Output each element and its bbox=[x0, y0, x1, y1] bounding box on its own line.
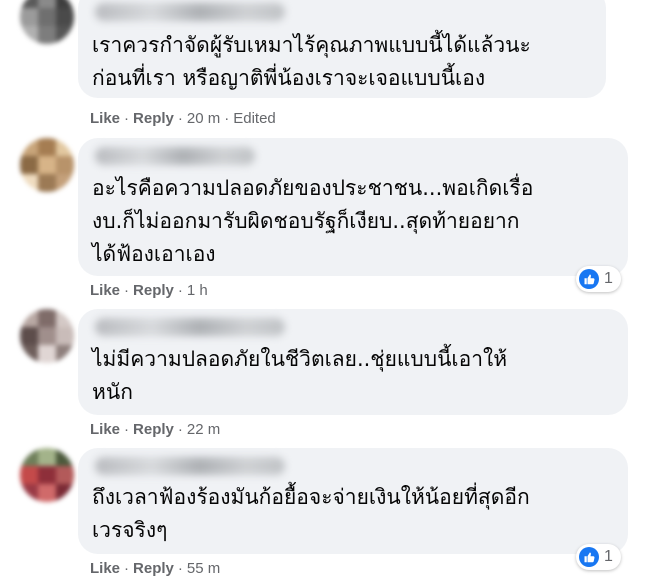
avatar-pixel bbox=[38, 466, 56, 484]
edited-label: Edited bbox=[233, 110, 276, 127]
like-link[interactable]: Like bbox=[90, 282, 120, 299]
avatar-pixel bbox=[20, 138, 38, 156]
avatar-pixel bbox=[56, 345, 74, 363]
avatar-pixel bbox=[20, 345, 38, 363]
avatar[interactable] bbox=[20, 309, 74, 363]
avatar-pixel bbox=[20, 26, 38, 44]
avatar-pixel bbox=[38, 156, 56, 174]
timestamp[interactable]: 22 m bbox=[187, 421, 220, 438]
avatar-pixel bbox=[38, 484, 56, 502]
avatar-pixel bbox=[56, 26, 74, 44]
like-reaction-icon bbox=[579, 547, 599, 567]
avatar-pixel bbox=[38, 309, 56, 327]
timestamp[interactable]: 55 m bbox=[187, 560, 220, 577]
reply-link[interactable]: Reply bbox=[133, 282, 174, 299]
like-link[interactable]: Like bbox=[90, 421, 120, 438]
avatar-pixel bbox=[20, 466, 38, 484]
reply-link[interactable]: Reply bbox=[133, 421, 174, 438]
author-name[interactable] bbox=[95, 318, 285, 336]
comment-actions: Like · Reply · 55 m bbox=[90, 560, 221, 577]
avatar-pixel bbox=[38, 8, 56, 26]
comment-actions: Like · Reply · 1 h bbox=[90, 282, 208, 299]
avatar-pixel bbox=[20, 448, 38, 466]
comment-text: เราควรกำจัดผู้รับเหมาไร้คุณภาพแบบนี้ได้แ… bbox=[92, 33, 531, 90]
avatar-pixel bbox=[56, 138, 74, 156]
avatar-pixel bbox=[38, 138, 56, 156]
comment-actions: Like · Reply · 20 m · Edited bbox=[90, 110, 276, 127]
reaction-badge[interactable]: 1 bbox=[576, 544, 621, 570]
timestamp[interactable]: 20 m bbox=[187, 110, 220, 127]
comment-text: ถึงเวลาฟ้องร้องมันก้อยื้อจะจ่ายเงินให้น้… bbox=[92, 485, 530, 542]
reaction-count: 1 bbox=[604, 548, 613, 565]
avatar-pixel bbox=[56, 174, 74, 192]
reply-link[interactable]: Reply bbox=[133, 560, 174, 577]
avatar-pixel bbox=[20, 174, 38, 192]
avatar-pixel bbox=[38, 327, 56, 345]
avatar-pixel bbox=[56, 466, 74, 484]
reaction-count: 1 bbox=[604, 270, 613, 287]
avatar[interactable] bbox=[20, 448, 74, 502]
avatar-pixel bbox=[20, 484, 38, 502]
avatar-pixel bbox=[56, 309, 74, 327]
reply-link[interactable]: Reply bbox=[133, 110, 174, 127]
avatar-pixel bbox=[20, 8, 38, 26]
avatar-pixel bbox=[38, 0, 56, 8]
avatar-pixel bbox=[20, 327, 38, 345]
avatar-pixel bbox=[56, 484, 74, 502]
like-link[interactable]: Like bbox=[90, 110, 120, 127]
avatar-pixel bbox=[38, 174, 56, 192]
avatar-pixel bbox=[56, 327, 74, 345]
avatar-pixel bbox=[38, 26, 56, 44]
avatar[interactable] bbox=[20, 138, 74, 192]
comment-text: ไม่มีความปลอดภัยในชีวิตเลย..ชุ่ยแบบนี้เอ… bbox=[92, 347, 508, 404]
avatar-pixel bbox=[20, 309, 38, 327]
author-name[interactable] bbox=[95, 147, 255, 165]
avatar-pixel bbox=[20, 156, 38, 174]
comment-actions: Like · Reply · 22 m bbox=[90, 421, 221, 438]
timestamp[interactable]: 1 h bbox=[187, 282, 208, 299]
reaction-badge[interactable]: 1 bbox=[576, 266, 621, 292]
avatar-pixel bbox=[56, 0, 74, 8]
avatar-pixel bbox=[56, 448, 74, 466]
avatar[interactable] bbox=[20, 0, 74, 44]
author-name[interactable] bbox=[95, 3, 285, 21]
avatar-pixel bbox=[56, 156, 74, 174]
comment-text: อะไรคือความปลอดภัยของประชาชน...พอเกิดเรื… bbox=[92, 176, 534, 266]
avatar-pixel bbox=[20, 0, 38, 8]
like-link[interactable]: Like bbox=[90, 560, 120, 577]
avatar-pixel bbox=[56, 8, 74, 26]
avatar-pixel bbox=[38, 448, 56, 466]
author-name[interactable] bbox=[95, 457, 285, 475]
like-reaction-icon bbox=[579, 269, 599, 289]
avatar-pixel bbox=[38, 345, 56, 363]
